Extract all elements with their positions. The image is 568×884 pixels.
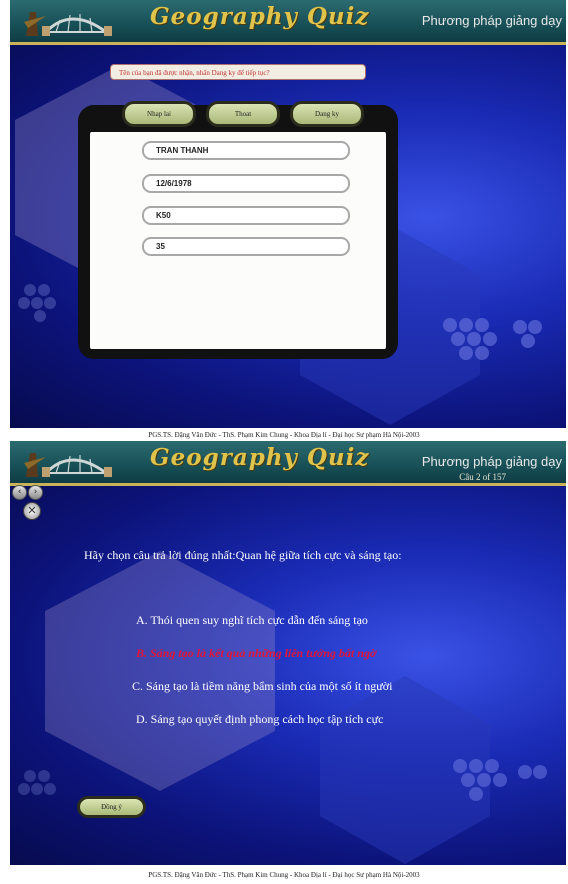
app-subtitle: Phương pháp giảng dạy	[421, 454, 562, 469]
main-area: Tên của bạn đã được nhận, nhấn Dang ky đ…	[10, 45, 566, 428]
app-subtitle: Phương pháp giảng dạy	[421, 13, 562, 28]
register-button[interactable]: Dang ky	[290, 101, 364, 127]
close-icon[interactable]: ✕	[23, 502, 41, 520]
login-screen: Geography Quiz Phương pháp giảng dạy Tên…	[10, 0, 566, 428]
app-title: Geography Quiz	[150, 3, 370, 30]
login-notice: Tên của bạn đã được nhận, nhấn Dang ky đ…	[110, 64, 366, 80]
option-d[interactable]: D. Sáng tạo quyết định phong cách học tậ…	[136, 712, 383, 727]
question-text: Hãy chọn câu trả lời đúng nhất:Quan hệ g…	[84, 548, 402, 562]
sydney-bridge-icon	[24, 12, 112, 36]
next-icon[interactable]: ›	[28, 485, 43, 500]
number-field[interactable]: 35	[142, 237, 350, 256]
option-c[interactable]: C. Sáng tạo là tiềm năng bẩm sinh của mộ…	[132, 679, 392, 694]
reenter-button[interactable]: Nhap lai	[122, 101, 196, 127]
option-a[interactable]: A. Thói quen suy nghĩ tích cực dẫn đến s…	[136, 613, 368, 628]
footer-credits: PGS.TS. Đặng Văn Đức - ThS. Phạm Kim Chu…	[148, 871, 420, 879]
app-title: Geography Quiz	[150, 444, 370, 471]
option-b[interactable]: B. Sáng tạo là kết quả những liên tưởng …	[136, 646, 376, 661]
birthdate-field[interactable]: 12/6/1978	[142, 174, 350, 193]
class-field[interactable]: K50	[142, 206, 350, 225]
exit-button[interactable]: Thoat	[206, 101, 280, 127]
name-field[interactable]: TRAN THANH	[142, 141, 350, 160]
footer-credits: PGS.TS. Đặng Văn Đức - ThS. Phạm Kim Chu…	[148, 431, 420, 439]
quiz-screen: Geography Quiz Phương pháp giảng dạy Câu…	[10, 441, 566, 865]
confirm-button[interactable]: Đồng ý	[77, 796, 146, 818]
prev-icon[interactable]: ‹	[12, 485, 27, 500]
question-counter: Câu 2 of 157	[459, 472, 506, 482]
app-header: Geography Quiz Phương pháp giảng dạy	[10, 0, 566, 45]
sydney-bridge-icon	[24, 453, 112, 477]
